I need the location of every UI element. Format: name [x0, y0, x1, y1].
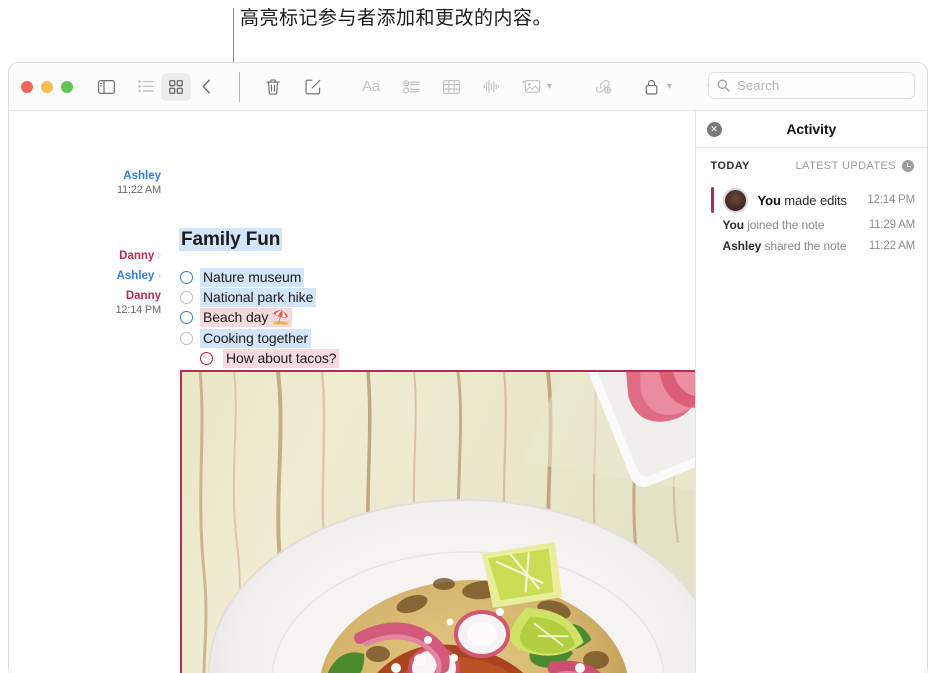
checklist-item-label: Cooking together — [200, 329, 312, 348]
activity-actor: You — [722, 217, 745, 232]
checklist-item-label: National park hike — [200, 288, 317, 307]
activity-actor: Ashley — [722, 238, 762, 253]
activity-today-label: TODAY — [710, 160, 750, 172]
attribution-time: 11:22 AM — [116, 184, 161, 196]
note-content-pane[interactable]: Ashley 11:22 AM Danny › Ashley › Danny 12:… — [9, 111, 695, 673]
window-body: Ashley 11:22 AM Danny › Ashley › Danny 12:… — [9, 111, 927, 673]
avatar — [722, 187, 748, 213]
compose-icon[interactable] — [298, 73, 328, 101]
checklist-item[interactable]: National park hike — [180, 288, 317, 307]
clock-icon[interactable] — [902, 160, 914, 172]
toolbar-divider — [239, 71, 240, 102]
activity-action: joined the note — [743, 217, 825, 232]
lock-icon[interactable] — [636, 73, 666, 101]
attribution-name: Danny — [119, 250, 155, 262]
attribution-time: 12:14 PM — [115, 304, 162, 316]
checklist-item-sub[interactable]: How about tacos? — [200, 349, 340, 368]
screenshot-root: 高亮标记参与者添加和更改的内容。 Aa ▾ ▾ Search Ashley 11… — [0, 0, 931, 673]
minimize-window-button[interactable] — [41, 80, 53, 93]
delete-icon[interactable] — [258, 73, 288, 101]
checkbox-circle[interactable] — [180, 271, 193, 284]
back-chevron-icon[interactable] — [191, 73, 221, 101]
sidebar-toggle-icon[interactable] — [91, 73, 121, 101]
attribution-gutter: Ashley 11:22 AM Danny › Ashley › Danny 12:… — [9, 111, 167, 673]
attribution-ashley-title[interactable]: Ashley 11:22 AM — [9, 169, 167, 197]
activity-entry-label: You joined the note — [723, 218, 825, 232]
activity-highlight-bar — [710, 187, 714, 213]
traffic-lights[interactable] — [21, 80, 73, 93]
zoom-window-button[interactable] — [61, 80, 73, 93]
checklist-item-label: Beach day ⛱️ — [200, 308, 293, 327]
callout-annotation-text: 高亮标记参与者添加和更改的内容。 — [240, 8, 553, 29]
activity-entry[interactable]: Ashley shared the note 11:22 AM — [696, 235, 916, 256]
close-activity-button[interactable]: ✕ — [706, 121, 722, 137]
note-attached-image[interactable] — [180, 370, 695, 673]
link-icon[interactable] — [588, 73, 618, 101]
gallery-view-icon[interactable] — [161, 72, 191, 101]
table-icon[interactable] — [436, 73, 466, 101]
checkbox-circle[interactable] — [200, 352, 213, 365]
activity-actor: You — [757, 192, 781, 208]
activity-highlight-label: You made edits — [757, 192, 848, 208]
activity-subheader: TODAY LATEST UPDATES — [696, 148, 928, 172]
activity-panel: ✕ Activity TODAY LATEST UPDATES You made… — [694, 111, 928, 673]
activity-highlight-entry[interactable]: You made edits 12:14 PM — [696, 186, 915, 214]
activity-title: Activity — [786, 121, 837, 137]
attribution-ashley-cooking[interactable]: Ashley › — [9, 269, 167, 283]
attribution-name: Ashley — [123, 170, 161, 182]
checklist-item[interactable]: Nature museum — [180, 268, 305, 287]
notes-window: Aa ▾ ▾ Search Ashley 11:22 AM Danny › As… — [8, 62, 928, 673]
list-view-icon[interactable] — [131, 73, 161, 101]
window-toolbar: Aa ▾ ▾ Search — [9, 63, 927, 111]
checkbox-circle[interactable] — [180, 332, 193, 345]
media-icon[interactable] — [516, 73, 546, 101]
chevron-down-icon[interactable]: ▾ — [667, 81, 672, 92]
search-icon — [717, 79, 730, 92]
checklist-item-label: Nature museum — [200, 268, 305, 287]
attribution-name: Danny — [125, 290, 161, 302]
chevron-right-icon[interactable]: › — [157, 270, 161, 282]
activity-action: shared the note — [761, 238, 847, 253]
taco-photo — [182, 372, 695, 673]
activity-entry[interactable]: You joined the note 11:29 AM — [696, 214, 916, 235]
attribution-danny-beach[interactable]: Danny › — [9, 249, 167, 263]
activity-action: made edits — [780, 192, 847, 208]
activity-latest-label: LATEST UPDATES — [795, 160, 896, 172]
note-title[interactable]: Family Fun — [179, 228, 283, 251]
checklist-item[interactable]: Beach day ⛱️ — [180, 308, 293, 327]
activity-entry-label: Ashley shared the note — [723, 239, 847, 253]
close-window-button[interactable] — [21, 80, 33, 93]
checklist-item[interactable]: Cooking together — [180, 329, 312, 348]
chevron-down-icon[interactable]: ▾ — [547, 81, 552, 92]
attribution-danny-tacos[interactable]: Danny 12:14 PM — [9, 289, 167, 317]
audio-icon[interactable] — [476, 73, 506, 101]
checklist-icon[interactable] — [396, 73, 426, 101]
format-icon-label: Aa — [362, 78, 380, 95]
checklist-item-label: How about tacos? — [223, 349, 340, 368]
activity-entry-time: 11:29 AM — [868, 218, 915, 231]
activity-highlight-time: 12:14 PM — [867, 194, 915, 206]
attribution-name: Ashley — [116, 270, 155, 282]
activity-entry-time: 11:22 AM — [868, 239, 915, 252]
checkbox-circle[interactable] — [180, 291, 193, 304]
search-input[interactable]: Search — [708, 72, 915, 99]
search-placeholder: Search — [737, 78, 780, 93]
activity-header: ✕ Activity — [695, 111, 927, 148]
checkbox-circle[interactable] — [180, 311, 193, 324]
format-icon[interactable]: Aa — [356, 73, 386, 101]
chevron-right-icon[interactable]: › — [157, 250, 161, 262]
